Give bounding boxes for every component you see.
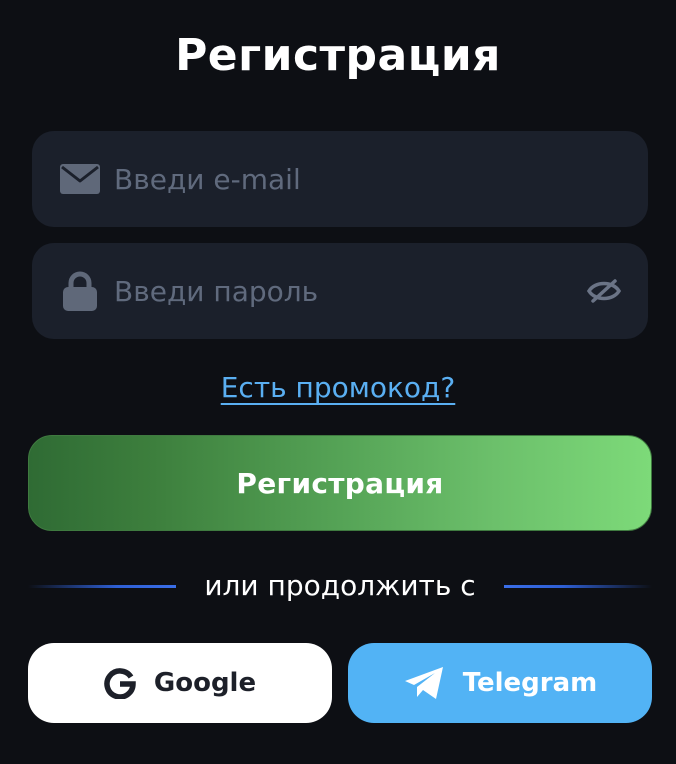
divider: или продолжить с <box>28 566 652 606</box>
telegram-label: Telegram <box>462 668 598 698</box>
lock-icon <box>60 271 100 311</box>
password-input[interactable] <box>114 243 554 339</box>
telegram-button[interactable]: Telegram <box>348 643 652 723</box>
google-button[interactable]: Google <box>28 643 332 723</box>
mail-icon <box>60 161 100 197</box>
registration-page: Регистрация Есть промокод? Регистрац <box>0 0 676 764</box>
telegram-icon <box>403 666 445 700</box>
eye-off-icon[interactable] <box>584 273 624 309</box>
promo-code-link[interactable]: Есть промокод? <box>221 371 456 404</box>
divider-line-left <box>28 585 176 588</box>
google-label: Google <box>153 668 257 698</box>
google-icon <box>104 667 136 699</box>
email-input[interactable] <box>114 131 554 227</box>
divider-line-right <box>504 585 652 588</box>
register-button[interactable]: Регистрация <box>28 435 652 531</box>
password-field-container[interactable] <box>32 243 648 339</box>
promo-link-container: Есть промокод? <box>0 366 676 414</box>
page-title: Регистрация <box>175 30 501 81</box>
divider-text: или продолжить с <box>204 569 476 602</box>
email-field-container[interactable] <box>32 131 648 227</box>
